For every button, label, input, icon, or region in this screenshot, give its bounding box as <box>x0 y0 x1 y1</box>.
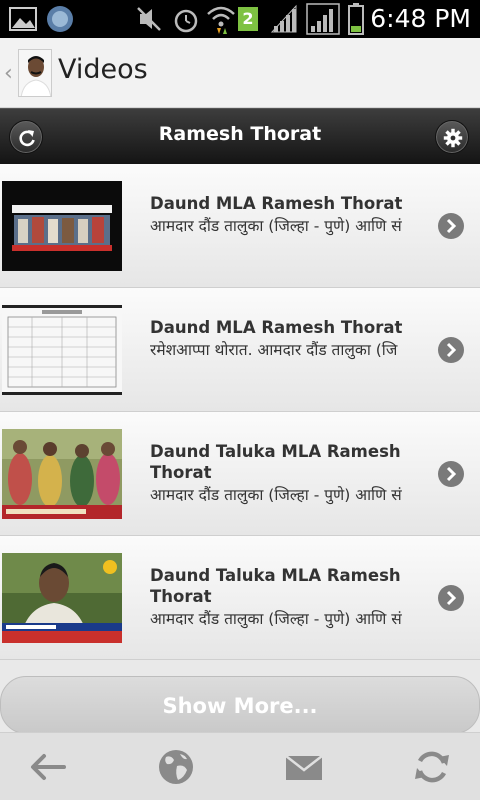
sync-icon[interactable] <box>412 747 452 787</box>
sim-badge: 2 <box>238 7 258 31</box>
video-description: रमेशआप्पा थोरात. आमदार दौंड तालुका (जि <box>150 341 398 359</box>
video-description: आमदार दौंड तालुका (जिल्हा - पुणे) आणि सं <box>150 610 402 628</box>
app-icon <box>47 6 73 32</box>
back-arrow-icon[interactable] <box>28 747 68 787</box>
show-more-button[interactable]: Show More... <box>0 676 480 734</box>
video-list-item[interactable]: Daund Taluka MLA Ramesh Thorat आमदार दौं… <box>0 536 480 660</box>
profile-avatar[interactable] <box>18 49 52 97</box>
clock: 6:48 PM <box>370 4 471 33</box>
video-list-item[interactable]: Daund MLA Ramesh Thorat आमदार दौंड तालुक… <box>0 164 480 288</box>
video-thumbnail <box>2 181 122 271</box>
video-thumbnail <box>2 553 122 643</box>
chevron-right-icon[interactable] <box>438 461 464 487</box>
video-title: Daund MLA Ramesh Thorat <box>150 318 403 337</box>
settings-button[interactable] <box>435 120 469 154</box>
video-list-item[interactable]: Daund MLA Ramesh Thorat रमेशआप्पा थोरात.… <box>0 288 480 412</box>
gallery-icon <box>9 7 37 31</box>
settings-gear-icon <box>443 128 463 148</box>
back-chevron-icon[interactable]: ‹ <box>4 61 13 86</box>
chevron-right-icon[interactable] <box>438 585 464 611</box>
chevron-right-icon[interactable] <box>438 337 464 363</box>
video-description: आमदार दौंड तालुका (जिल्हा - पुणे) आणि सं <box>150 217 402 235</box>
video-title: Daund Taluka MLA Ramesh Thorat <box>150 566 401 606</box>
video-title: Daund Taluka MLA Ramesh Thorat <box>150 442 401 482</box>
channel-title: Ramesh Thorat <box>158 123 322 145</box>
signal-icon <box>306 3 340 35</box>
video-title: Daund MLA Ramesh Thorat <box>150 194 403 213</box>
alarm-icon <box>174 9 198 33</box>
mute-icon <box>137 7 161 31</box>
chevron-right-icon[interactable] <box>438 213 464 239</box>
status-bar: 2 6:48 PM <box>0 0 480 38</box>
battery-icon <box>348 3 364 35</box>
video-list: Daund MLA Ramesh Thorat आमदार दौंड तालुक… <box>0 164 480 660</box>
video-thumbnail <box>2 429 122 519</box>
mail-icon[interactable] <box>284 747 324 787</box>
header-bar: Ramesh Thorat <box>0 108 480 164</box>
video-description: आमदार दौंड तालुका (जिल्हा - पुणे) आणि सं <box>150 486 402 504</box>
video-thumbnail <box>2 305 122 395</box>
action-bar: ‹ Videos <box>0 38 480 108</box>
video-list-item[interactable]: Daund Taluka MLA Ramesh Thorat आमदार दौं… <box>0 412 480 536</box>
wifi-icon <box>207 6 235 34</box>
globe-icon[interactable] <box>156 747 196 787</box>
signal-icon <box>270 4 297 33</box>
bottom-toolbar <box>0 732 480 800</box>
page-title: Videos <box>58 54 148 85</box>
